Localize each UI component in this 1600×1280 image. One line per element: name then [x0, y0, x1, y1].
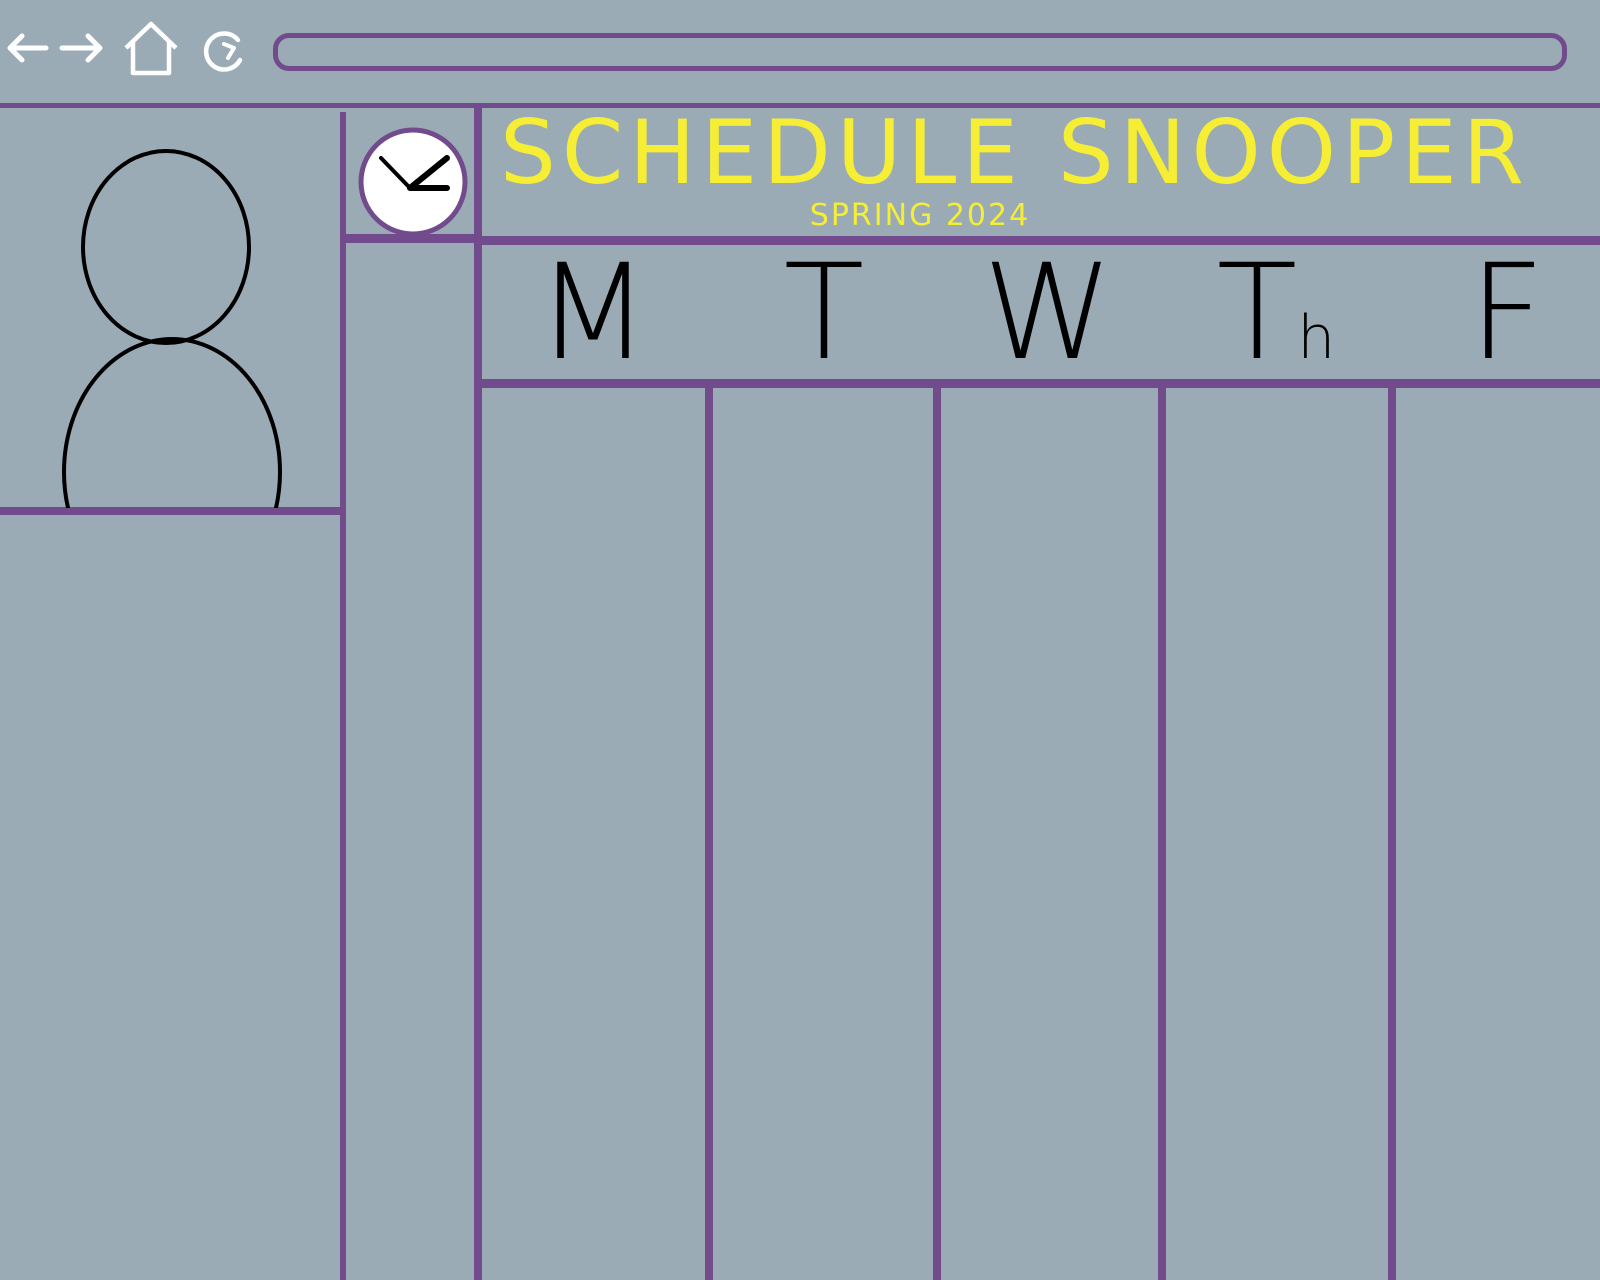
user-avatar-icon: [62, 149, 282, 508]
address-bar[interactable]: [273, 33, 1567, 71]
column-divider: [933, 386, 941, 1280]
day-header-wednesday: W: [935, 247, 1161, 379]
arrow-right-icon: [59, 33, 103, 63]
day-header-monday: M: [480, 247, 706, 379]
day-column-monday[interactable]: [482, 390, 705, 1280]
day-label: W: [982, 236, 1114, 390]
day-column-thursday[interactable]: [1166, 390, 1388, 1280]
column-divider: [705, 386, 713, 1280]
reload-icon: [203, 31, 243, 72]
day-column-wednesday[interactable]: [941, 390, 1158, 1280]
day-header-thursday: Th: [1163, 247, 1389, 379]
day-header-friday: F: [1394, 247, 1600, 379]
sidebar-left-border: [340, 112, 346, 1280]
app-title: SCHEDULE SNOOPER: [500, 101, 1530, 204]
clock-button[interactable]: [355, 122, 471, 238]
day-label: T: [783, 236, 865, 390]
home-icon: [124, 21, 178, 76]
profile-avatar[interactable]: [0, 110, 340, 508]
day-label-suffix: h: [1297, 303, 1336, 373]
profile-panel-divider: [0, 507, 344, 515]
day-column-tuesday[interactable]: [713, 390, 933, 1280]
home-button[interactable]: [122, 20, 180, 76]
day-header-tuesday: T: [711, 247, 937, 379]
day-label: M: [536, 236, 650, 390]
column-divider: [1158, 386, 1166, 1280]
day-label: T: [1216, 236, 1298, 390]
clock-icon: [358, 127, 468, 237]
reload-button[interactable]: [200, 26, 248, 76]
day-column-friday[interactable]: [1396, 390, 1600, 1280]
profile-panel-body: [0, 516, 340, 1280]
column-divider: [1388, 386, 1396, 1280]
forward-button[interactable]: [58, 28, 106, 68]
back-button[interactable]: [4, 28, 50, 68]
day-label: F: [1469, 236, 1545, 390]
arrow-left-icon: [7, 33, 49, 63]
app-subtitle: SPRING 2024: [809, 198, 1031, 233]
